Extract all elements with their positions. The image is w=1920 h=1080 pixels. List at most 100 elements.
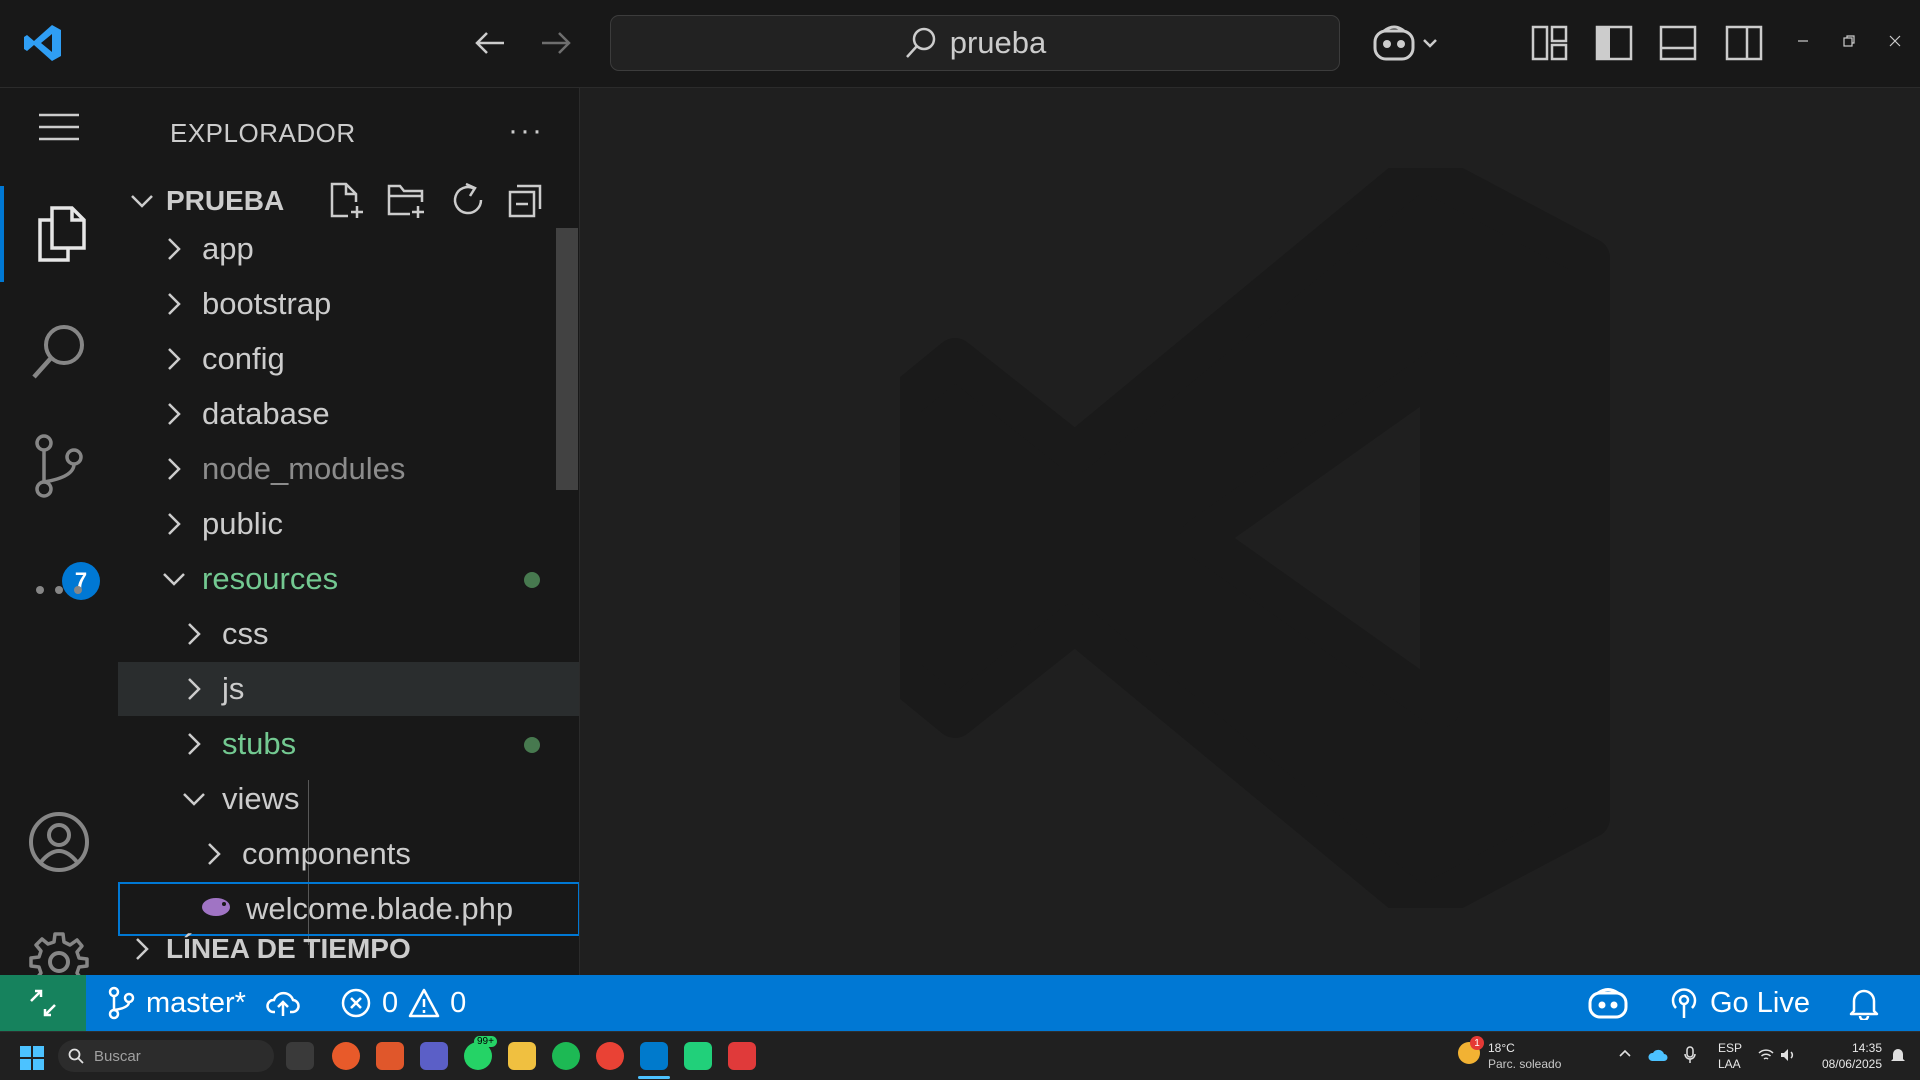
more-icon[interactable] [0, 542, 118, 638]
chrome-icon[interactable] [596, 1042, 624, 1070]
tree-folder-item[interactable]: bootstrap [118, 277, 579, 331]
tree-folder-item[interactable]: js [118, 662, 579, 716]
taskbar-search-placeholder: Buscar [94, 1047, 141, 1065]
tree-item-label: bootstrap [202, 286, 332, 321]
file-explorer-icon[interactable] [508, 1042, 536, 1070]
tree-folder-item[interactable]: stubs [118, 717, 579, 771]
new-file-icon[interactable] [326, 180, 366, 220]
chevron-right-icon [160, 400, 188, 428]
copilot-status-icon[interactable] [1588, 975, 1628, 1031]
menu-icon[interactable] [0, 79, 118, 175]
notifications-bell-icon[interactable] [1848, 975, 1880, 1031]
warning-count: 0 [450, 986, 467, 1019]
back-arrow-icon[interactable] [472, 25, 508, 61]
warning-icon [408, 988, 440, 1018]
taskbar-search[interactable]: Buscar [58, 1040, 274, 1072]
editor-area[interactable] [580, 88, 1920, 975]
tree-folder-item[interactable]: components [118, 827, 579, 881]
new-folder-icon[interactable] [386, 180, 428, 220]
tree-folder-item[interactable]: database [118, 387, 579, 441]
account-icon[interactable] [0, 794, 118, 890]
app-icon-orange[interactable] [376, 1042, 404, 1070]
tree-folder-item[interactable]: css [118, 607, 579, 661]
weather-desc: Parc. soleado [1488, 1057, 1562, 1071]
vscode-watermark-icon [900, 168, 1610, 908]
chevron-down-icon [160, 565, 188, 593]
close-icon[interactable] [1888, 34, 1902, 48]
task-view-icon[interactable] [286, 1042, 314, 1070]
tray-chevron-up-icon[interactable] [1618, 1048, 1632, 1058]
minimize-icon[interactable] [1796, 34, 1810, 48]
volume-icon[interactable] [1780, 1048, 1796, 1062]
tree-item-label: components [242, 836, 411, 871]
notification-center-icon[interactable] [1890, 1046, 1906, 1064]
explorer-sidebar: EXPLORADOR ··· PRUEBA app bootstrap config… [118, 88, 580, 975]
git-modified-dot [524, 737, 540, 753]
onedrive-icon[interactable] [1648, 1048, 1668, 1062]
tree-folder-item[interactable]: views [118, 772, 579, 826]
windows-start-icon[interactable] [20, 1046, 44, 1070]
git-branch-icon [108, 986, 135, 1020]
tree-folder-item[interactable]: config [118, 332, 579, 386]
restore-icon[interactable] [1842, 34, 1856, 48]
vscode-taskbar-icon[interactable] [640, 1042, 668, 1070]
toggle-secondary-sidebar-icon[interactable] [1724, 24, 1764, 62]
timeline-section-header[interactable]: LÍNEA DE TIEMPO [128, 928, 411, 970]
tree-item-label: app [202, 231, 254, 266]
clock-date: 08/06/2025 [1821, 1057, 1882, 1071]
explorer-icon[interactable] [0, 186, 118, 282]
copilot-app-icon[interactable] [332, 1042, 360, 1070]
problems-indicator[interactable]: 0 0 [340, 975, 466, 1031]
whatsapp-badge: 99+ [474, 1036, 497, 1047]
microphone-icon[interactable] [1684, 1046, 1696, 1064]
tree-item-label: css [222, 616, 269, 651]
explorer-more-actions[interactable]: ··· [508, 114, 544, 148]
toggle-sidebar-icon[interactable] [1594, 24, 1634, 62]
timeline-title: LÍNEA DE TIEMPO [166, 933, 411, 964]
collapse-all-icon[interactable] [506, 180, 546, 220]
tree-item-label: stubs [222, 726, 297, 761]
search-icon[interactable] [0, 304, 118, 400]
branch-indicator[interactable]: master* [106, 975, 246, 1031]
folder-header-prueba[interactable]: PRUEBA [128, 180, 284, 222]
tree-item-label: resources [202, 561, 339, 596]
explorer-title: EXPLORADOR [170, 118, 356, 148]
tree-folder-item[interactable]: app [118, 222, 579, 276]
refresh-icon[interactable] [448, 180, 488, 220]
forward-arrow-icon[interactable] [538, 25, 574, 61]
tree-folder-item[interactable]: node_modules [118, 442, 579, 496]
clock-time[interactable]: 14:35 [1826, 1041, 1882, 1056]
app-icon-green[interactable] [684, 1042, 712, 1070]
chevron-down-icon [180, 785, 208, 813]
wifi-icon[interactable] [1758, 1048, 1774, 1062]
tree-item-label: config [202, 341, 285, 376]
git-modified-dot [524, 572, 540, 588]
tree-item-label: js [222, 671, 245, 706]
teams-icon[interactable] [420, 1042, 448, 1070]
spotify-icon[interactable] [552, 1042, 580, 1070]
remote-indicator[interactable] [0, 975, 86, 1031]
chevron-right-icon [180, 730, 208, 758]
weather-temp: 18°C [1488, 1041, 1515, 1055]
broadcast-icon [1671, 988, 1697, 1018]
chevron-right-icon [160, 510, 188, 538]
app-icon-red[interactable] [728, 1042, 756, 1070]
publish-branch-icon[interactable] [266, 975, 300, 1031]
chevron-right-icon [180, 620, 208, 648]
tree-item-label: welcome.blade.php [246, 891, 514, 926]
copilot-icon[interactable] [1372, 22, 1442, 64]
tree-folder-item[interactable]: resources [118, 552, 579, 606]
toggle-panel-icon[interactable] [1658, 24, 1698, 62]
command-center-search[interactable]: prueba [610, 15, 1340, 71]
customize-layout-icon[interactable] [1530, 24, 1570, 62]
search-icon [68, 1048, 84, 1064]
activity-bar: 7 [0, 88, 118, 992]
go-live-button[interactable]: Go Live [1668, 975, 1810, 1031]
active-app-indicator [638, 1076, 670, 1079]
go-live-label: Go Live [1710, 986, 1810, 1019]
source-control-icon[interactable] [0, 418, 118, 514]
error-count: 0 [382, 986, 399, 1019]
search-text: prueba [949, 25, 1047, 60]
tree-folder-item[interactable]: public [118, 497, 579, 551]
language-top[interactable]: ESP [1718, 1041, 1742, 1056]
